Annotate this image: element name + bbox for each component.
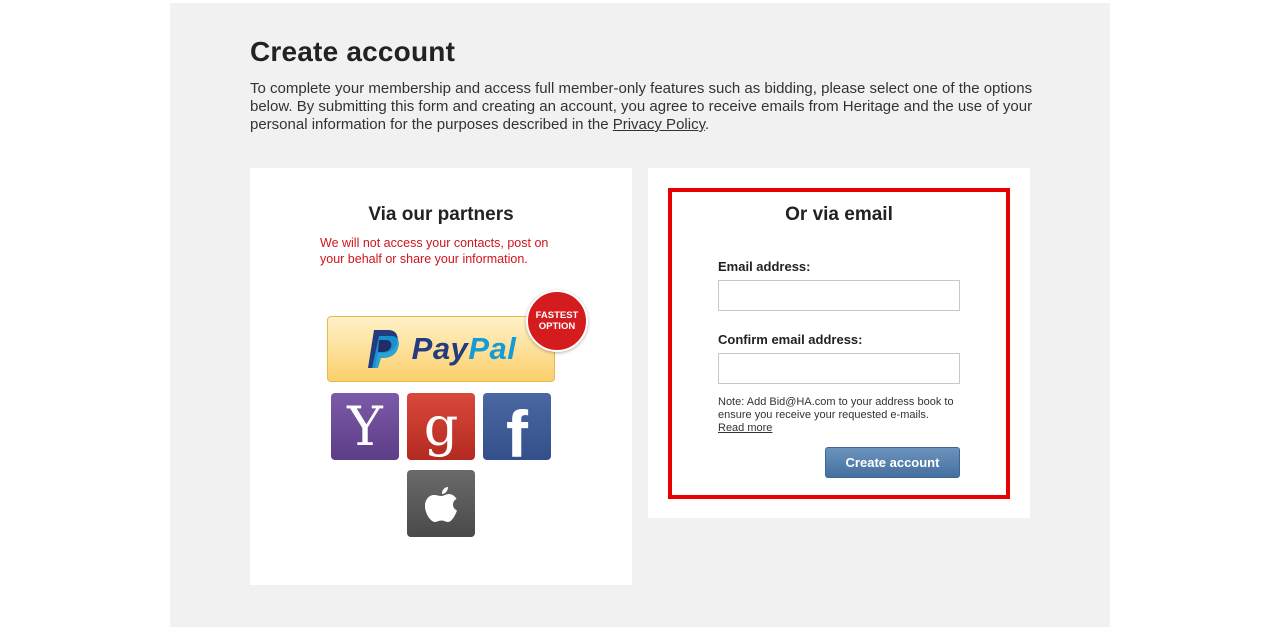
email-panel-title: Or via email <box>785 204 893 225</box>
create-account-button[interactable]: Create account <box>825 447 960 478</box>
fastest-option-badge: FASTEST OPTION <box>526 290 588 352</box>
paypal-icon <box>367 330 399 368</box>
badge-line-2: OPTION <box>538 321 576 332</box>
intro-end: . <box>704 116 710 133</box>
partners-title: Via our partners <box>368 204 514 225</box>
email-address-input[interactable] <box>718 280 960 311</box>
google-login-button[interactable]: g <box>407 393 475 460</box>
yahoo-icon: Y <box>347 394 383 458</box>
read-more-link[interactable]: Read more <box>718 422 772 435</box>
google-icon: g <box>423 394 459 458</box>
address-book-note-text: Note: Add Bid@HA.com to your address boo… <box>718 396 954 421</box>
paypal-word-pay: Pay <box>411 331 469 366</box>
paypal-button[interactable]: PayPal <box>327 316 555 382</box>
yahoo-login-button[interactable]: Y <box>331 393 399 460</box>
paypal-wordmark: PayPal <box>412 331 517 367</box>
email-panel: Or via email Email address: Confirm emai… <box>648 168 1030 518</box>
paypal-word-pal: Pal <box>468 331 517 366</box>
page-title: Create account <box>250 36 456 67</box>
address-book-note: Note: Add Bid@HA.com to your address boo… <box>718 396 968 435</box>
confirm-email-label: Confirm email address: <box>718 332 863 347</box>
facebook-icon: f <box>506 396 528 471</box>
apple-icon <box>425 486 457 522</box>
email-address-label: Email address: <box>718 259 811 274</box>
facebook-login-button[interactable]: f <box>483 393 551 467</box>
partners-panel: Via our partners We will not access your… <box>250 168 632 585</box>
badge-line-1: FASTEST <box>535 310 579 321</box>
confirm-email-input[interactable] <box>718 353 960 384</box>
partners-privacy-note: We will not access your contacts, post o… <box>320 236 549 266</box>
apple-login-button[interactable] <box>407 470 475 537</box>
privacy-policy-link[interactable]: Privacy Policy <box>613 116 705 133</box>
intro-text: To complete your membership and access f… <box>250 80 1040 134</box>
